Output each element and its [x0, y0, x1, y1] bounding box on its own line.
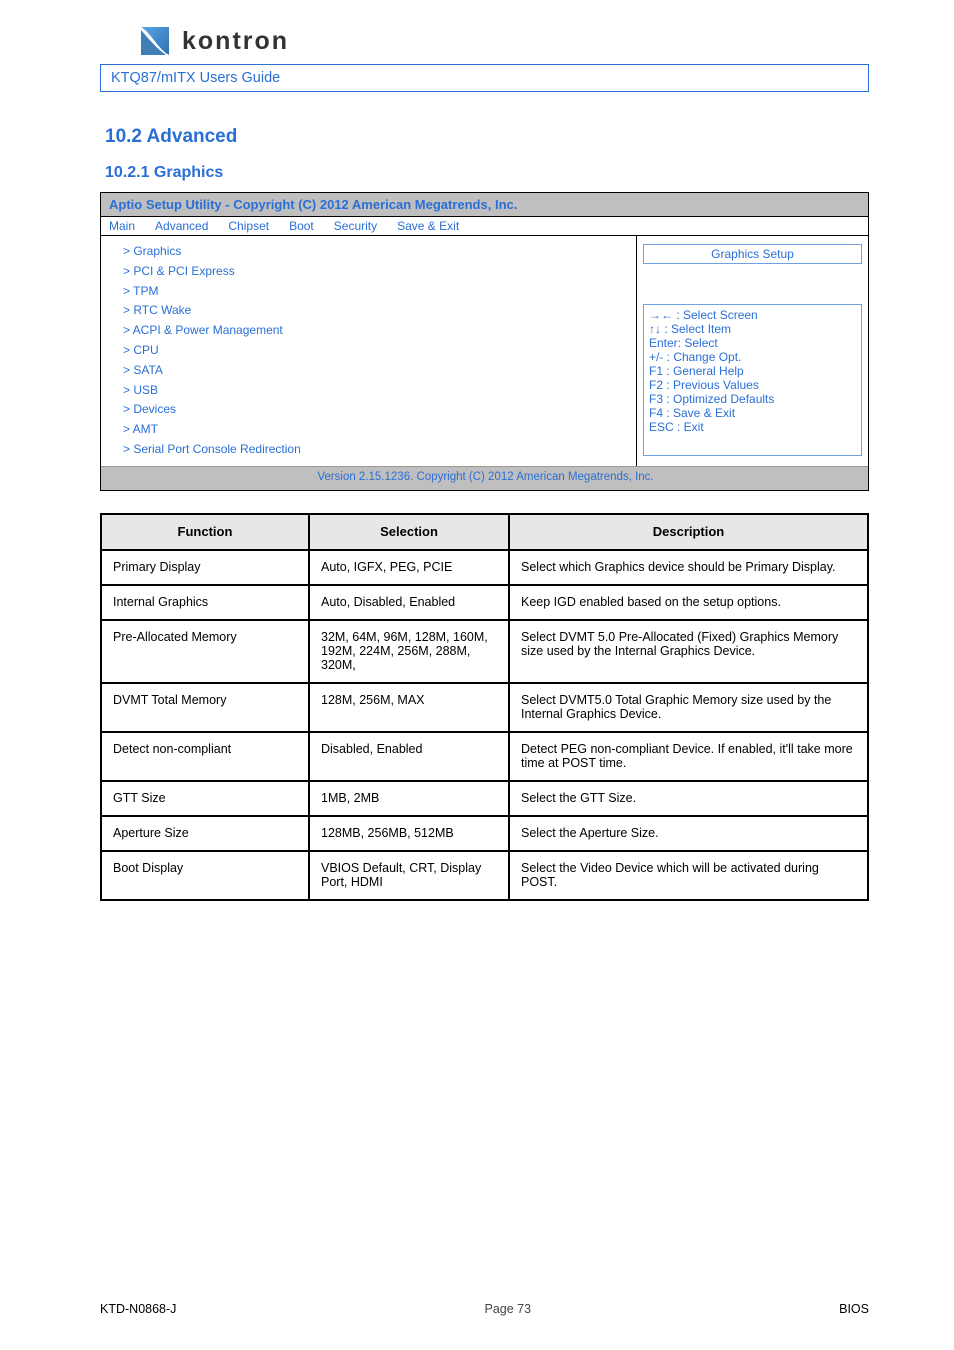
- page-footer: KTD-N0868-J Page 73 BIOS: [100, 1302, 869, 1316]
- bios-help-row: F2 : Previous Values: [649, 378, 856, 392]
- cell-function: Detect non-compliant: [101, 732, 309, 781]
- bios-item[interactable]: > Devices: [123, 400, 628, 420]
- table-row: Primary Display Auto, IGFX, PEG, PCIE Se…: [101, 550, 868, 585]
- cell-description: Keep IGD enabled based on the setup opti…: [509, 585, 868, 620]
- bios-screenshot: Aptio Setup Utility - Copyright (C) 2012…: [100, 192, 869, 491]
- bios-help-row: +/- : Change Opt.: [649, 350, 856, 364]
- cell-description: Select the Video Device which will be ac…: [509, 851, 868, 900]
- cell-selection: Auto, IGFX, PEG, PCIE: [309, 550, 509, 585]
- table-row: Aperture Size 128MB, 256MB, 512MB Select…: [101, 816, 868, 851]
- bios-item[interactable]: > SATA: [123, 361, 628, 381]
- col-description: Description: [509, 514, 868, 550]
- cell-function: Aperture Size: [101, 816, 309, 851]
- footer-page-number: Page 73: [484, 1302, 531, 1316]
- table-row: Detect non-compliant Disabled, Enabled D…: [101, 732, 868, 781]
- cell-function: Pre-Allocated Memory: [101, 620, 309, 683]
- bios-help-row: Enter: Select: [649, 336, 856, 350]
- cell-function: Primary Display: [101, 550, 309, 585]
- doc-title: KTQ87/mITX Users Guide: [111, 70, 280, 86]
- cell-function: GTT Size: [101, 781, 309, 816]
- table-row: Boot Display VBIOS Default, CRT, Display…: [101, 851, 868, 900]
- cell-description: Detect PEG non-compliant Device. If enab…: [509, 732, 868, 781]
- bios-help-pane: Graphics Setup →← : Select Screen ↑↓ : S…: [636, 236, 868, 466]
- cell-description: Select which Graphics device should be P…: [509, 550, 868, 585]
- cell-selection: VBIOS Default, CRT, Display Port, HDMI: [309, 851, 509, 900]
- table-row: DVMT Total Memory 128M, 256M, MAX Select…: [101, 683, 868, 732]
- cell-function: Internal Graphics: [101, 585, 309, 620]
- bios-tab-advanced[interactable]: Advanced: [155, 219, 208, 233]
- cell-selection: Disabled, Enabled: [309, 732, 509, 781]
- bios-item[interactable]: > ACPI & Power Management: [123, 321, 628, 341]
- brand-wordmark: kontron: [182, 27, 289, 56]
- brand-logo: kontron: [138, 24, 869, 58]
- bios-help-row: F1 : General Help: [649, 364, 856, 378]
- table-header-row: Function Selection Description: [101, 514, 868, 550]
- cell-selection: 128M, 256M, MAX: [309, 683, 509, 732]
- cell-description: Select the GTT Size.: [509, 781, 868, 816]
- bios-item[interactable]: > AMT: [123, 420, 628, 440]
- bios-item-list: > Graphics > PCI & PCI Express > TPM > R…: [101, 236, 636, 466]
- bios-item[interactable]: > PCI & PCI Express: [123, 262, 628, 282]
- bios-help-row: ESC : Exit: [649, 420, 856, 434]
- bios-menubar: Main Advanced Chipset Boot Security Save…: [101, 217, 868, 236]
- bios-item[interactable]: > Serial Port Console Redirection: [123, 440, 628, 460]
- cell-description: Select DVMT 5.0 Pre-Allocated (Fixed) Gr…: [509, 620, 868, 683]
- bios-tab-chipset[interactable]: Chipset: [228, 219, 269, 233]
- doc-title-bar: KTQ87/mITX Users Guide: [100, 64, 869, 92]
- table-row: Internal Graphics Auto, Disabled, Enable…: [101, 585, 868, 620]
- bios-help-row: ↑↓ : Select Item: [649, 322, 856, 336]
- cell-selection: 32M, 64M, 96M, 128M, 160M, 192M, 224M, 2…: [309, 620, 509, 683]
- table-row: GTT Size 1MB, 2MB Select the GTT Size.: [101, 781, 868, 816]
- bios-tab-main[interactable]: Main: [109, 219, 135, 233]
- col-function: Function: [101, 514, 309, 550]
- bios-footer: Version 2.15.1236. Copyright (C) 2012 Am…: [101, 466, 868, 491]
- col-selection: Selection: [309, 514, 509, 550]
- cell-selection: 128MB, 256MB, 512MB: [309, 816, 509, 851]
- footer-doc-id: KTD-N0868-J: [100, 1302, 176, 1316]
- bios-tab-saveexit[interactable]: Save & Exit: [397, 219, 459, 233]
- bios-title-bar: Aptio Setup Utility - Copyright (C) 2012…: [101, 193, 868, 217]
- bios-help-heading: Graphics Setup: [643, 244, 862, 264]
- brand-mark-icon: [138, 24, 172, 58]
- bios-help-row: F4 : Save & Exit: [649, 406, 856, 420]
- bios-tab-boot[interactable]: Boot: [289, 219, 314, 233]
- bios-item[interactable]: > CPU: [123, 341, 628, 361]
- bios-tab-security[interactable]: Security: [334, 219, 377, 233]
- bios-item[interactable]: > Graphics: [123, 244, 181, 258]
- bios-item[interactable]: > USB: [123, 381, 628, 401]
- cell-description: Select DVMT5.0 Total Graphic Memory size…: [509, 683, 868, 732]
- bios-item[interactable]: > RTC Wake: [123, 301, 628, 321]
- cell-selection: Auto, Disabled, Enabled: [309, 585, 509, 620]
- table-row: Pre-Allocated Memory 32M, 64M, 96M, 128M…: [101, 620, 868, 683]
- cell-description: Select the Aperture Size.: [509, 816, 868, 851]
- subsection-heading: 10.2.1 Graphics: [105, 164, 869, 182]
- bios-help-row: F3 : Optimized Defaults: [649, 392, 856, 406]
- bios-footer-text: Version 2.15.1236. Copyright (C) 2012 Am…: [111, 470, 860, 486]
- cell-selection: 1MB, 2MB: [309, 781, 509, 816]
- cell-function: DVMT Total Memory: [101, 683, 309, 732]
- options-table: Function Selection Description Primary D…: [100, 513, 869, 901]
- cell-function: Boot Display: [101, 851, 309, 900]
- bios-item[interactable]: > TPM: [123, 282, 628, 302]
- section-heading: 10.2 Advanced: [105, 126, 869, 148]
- bios-help-row: →← : Select Screen: [649, 308, 856, 322]
- footer-section: BIOS: [839, 1302, 869, 1316]
